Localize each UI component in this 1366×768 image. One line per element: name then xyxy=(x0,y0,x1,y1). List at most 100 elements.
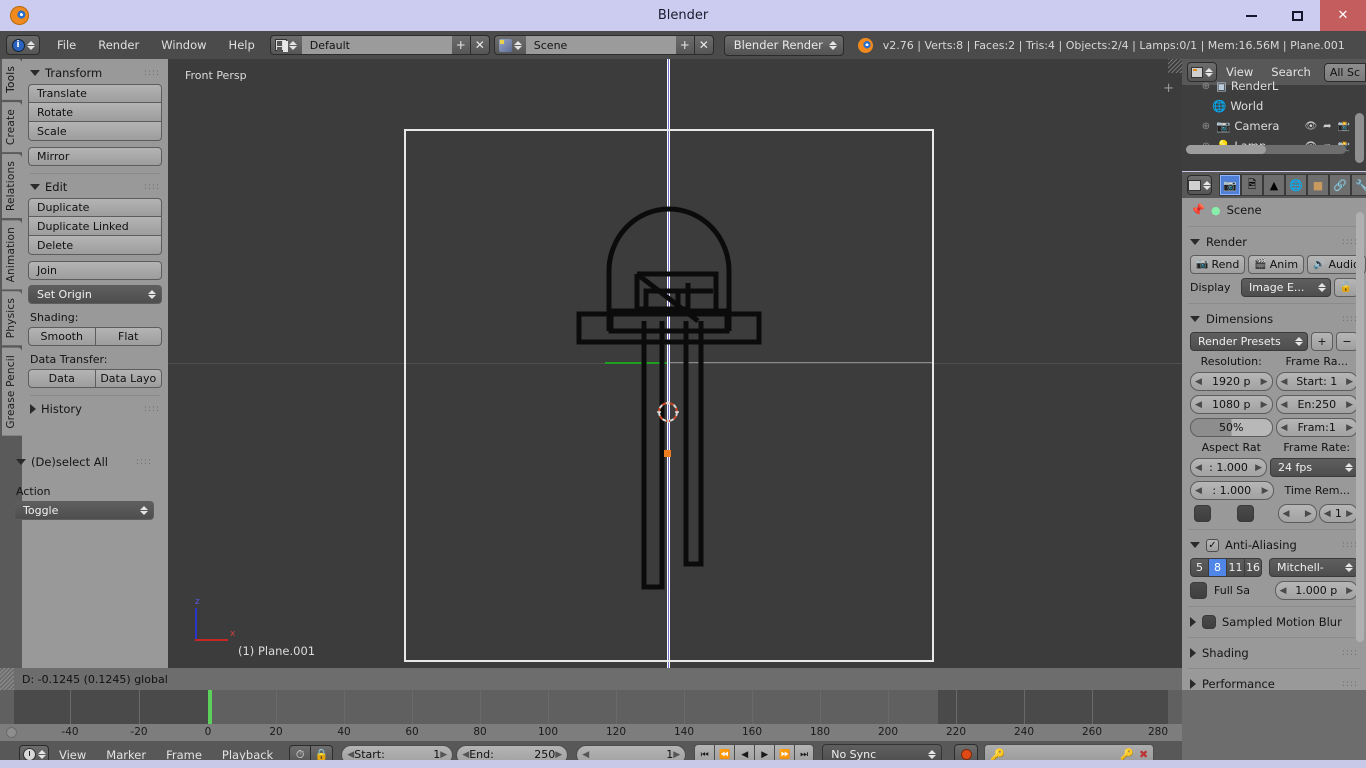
shade-flat-button[interactable]: Flat xyxy=(95,327,162,346)
chevron-left-icon[interactable]: ◀ xyxy=(1195,377,1202,387)
render-presets-dropdown[interactable]: Render Presets xyxy=(1190,332,1308,351)
chevron-left-icon[interactable]: ◀ xyxy=(1281,400,1288,410)
sidebar-item-grease-pencil[interactable]: Grease Pencil xyxy=(2,347,22,436)
tab-object[interactable]: ■ xyxy=(1307,174,1329,196)
scene-name[interactable]: Scene xyxy=(525,35,676,55)
preset-add-button[interactable]: + xyxy=(1311,332,1333,351)
frame-end-field[interactable]: ◀ En:250 ▶ xyxy=(1275,395,1358,414)
panel-header-transform[interactable]: Transform :::: xyxy=(28,63,162,84)
maximize-button[interactable] xyxy=(1274,0,1320,31)
display-mode-dropdown[interactable]: Image E... xyxy=(1241,278,1331,297)
chevron-left-icon[interactable]: ◀ xyxy=(1195,486,1202,496)
panel-header-sampled-motion-blur[interactable]: Sampled Motion Blur xyxy=(1182,611,1366,633)
resolution-y-field[interactable]: ◀ 1080 p ▶ xyxy=(1190,395,1273,414)
cursor-arrow-icon[interactable]: ➦ xyxy=(1323,121,1331,132)
chevron-left-icon[interactable]: ◀ xyxy=(1281,377,1288,387)
outliner-row-world[interactable]: 🌐 World xyxy=(1182,96,1366,116)
chevron-left-icon[interactable]: ◀ xyxy=(1280,586,1287,596)
eye-icon[interactable]: 👁 xyxy=(1304,121,1317,132)
translate-button[interactable]: Translate xyxy=(28,84,162,103)
chevron-right-icon[interactable]: ▶ xyxy=(1346,586,1353,596)
join-button[interactable]: Join xyxy=(28,261,162,280)
panel-header-deselect-all[interactable]: (De)select All :::: xyxy=(14,452,168,473)
chevron-right-icon[interactable]: ▶ xyxy=(1346,509,1353,519)
tab-render[interactable]: 📷 xyxy=(1219,174,1241,196)
chevron-left-icon[interactable]: ◀ xyxy=(1283,509,1290,519)
rotate-button[interactable]: Rotate xyxy=(28,103,162,122)
render-image-button[interactable]: 📷 Rend xyxy=(1190,255,1246,274)
aa-sample-16[interactable]: 16 xyxy=(1244,558,1262,577)
render-animation-button[interactable]: 🎬 Anim xyxy=(1248,255,1305,274)
chevron-left-icon[interactable]: ◀ xyxy=(462,750,469,760)
scene-delete-button[interactable]: ✕ xyxy=(694,35,714,55)
render-engine-selector[interactable]: Blender Render xyxy=(723,34,844,56)
set-origin-dropdown[interactable]: Set Origin xyxy=(28,285,162,304)
chevron-left-icon[interactable]: ◀ xyxy=(347,750,354,760)
frame-start-field[interactable]: ◀ Start: 1 ▶ xyxy=(1275,372,1358,391)
screen-layout-add-button[interactable]: + xyxy=(451,35,471,55)
menu-file[interactable]: File xyxy=(46,31,87,59)
action-dropdown[interactable]: Toggle xyxy=(14,501,154,520)
chevron-left-icon[interactable]: ◀ xyxy=(1195,463,1202,473)
screen-layout-delete-button[interactable]: ✕ xyxy=(470,35,490,55)
area-corner-handle[interactable] xyxy=(0,668,14,690)
minimize-button[interactable] xyxy=(1228,0,1274,31)
timeline-playhead[interactable] xyxy=(208,690,212,724)
tab-scene[interactable]: ▲ xyxy=(1263,174,1285,196)
tab-world[interactable]: 🌐 xyxy=(1285,174,1307,196)
sidebar-item-physics[interactable]: Physics xyxy=(2,291,22,346)
tab-render-layers[interactable]: 🖻 xyxy=(1241,174,1263,196)
scale-button[interactable]: Scale xyxy=(28,122,162,141)
chevron-right-icon[interactable]: ▶ xyxy=(555,750,562,760)
data-layout-transfer-button[interactable]: Data Layo xyxy=(95,369,162,388)
shade-smooth-button[interactable]: Smooth xyxy=(28,327,96,346)
panel-header-edit[interactable]: Edit :::: xyxy=(28,177,162,198)
outliner-row-renderlayer[interactable]: ⊕ ▣ RenderL xyxy=(1182,76,1366,96)
chevron-right-icon[interactable]: ▶ xyxy=(1262,486,1269,496)
crop-toggle[interactable] xyxy=(1237,505,1254,522)
aa-size-field[interactable]: ◀ 1.000 p ▶ xyxy=(1274,581,1358,600)
properties-editor-type-button[interactable] xyxy=(1187,175,1212,195)
chevron-left-icon[interactable]: ◀ xyxy=(1195,400,1202,410)
outliner-vertical-scrollbar[interactable] xyxy=(1355,113,1364,163)
aa-sample-11[interactable]: 11 xyxy=(1226,558,1244,577)
tab-modifiers[interactable]: 🔧 xyxy=(1351,174,1366,196)
outliner-row-camera[interactable]: ⊕ 📷 Camera 👁 ➦ 📸 xyxy=(1182,116,1366,136)
timeline-ruler[interactable]: -40 -20 0 20 40 60 80 100 120 140 160 18… xyxy=(0,724,1182,741)
resolution-percentage-slider[interactable]: 50% xyxy=(1190,418,1273,437)
panel-header-dimensions[interactable]: Dimensions :::: xyxy=(1182,308,1366,330)
screen-layout-browse-button[interactable] xyxy=(269,35,302,55)
duplicate-button[interactable]: Duplicate xyxy=(28,198,162,217)
chevron-left-icon[interactable]: ◀ xyxy=(1281,423,1288,433)
lock-interface-toggle[interactable]: 🔓 xyxy=(1334,278,1358,297)
area-corner-handle[interactable] xyxy=(1168,59,1182,73)
time-remap-new-field[interactable]: ◀ 1 ▶ xyxy=(1318,504,1358,523)
chevron-right-icon[interactable]: ▶ xyxy=(1305,509,1312,519)
border-toggle[interactable] xyxy=(1194,505,1211,522)
aa-sample-8[interactable]: 8 xyxy=(1208,558,1226,577)
aa-sample-5[interactable]: 5 xyxy=(1190,558,1208,577)
menu-render[interactable]: Render xyxy=(87,31,150,59)
chevron-left-icon[interactable]: ◀ xyxy=(1324,509,1331,519)
delete-button[interactable]: Delete xyxy=(28,236,162,255)
3d-viewport[interactable]: Front Persp + z x (1) Plane.001 xyxy=(168,59,1182,668)
chevron-right-icon[interactable]: ▶ xyxy=(1261,400,1268,410)
data-transfer-button[interactable]: Data xyxy=(28,369,96,388)
tab-constraints[interactable]: 🔗 xyxy=(1329,174,1351,196)
panel-header-render[interactable]: Render :::: xyxy=(1182,231,1366,253)
add-region-icon[interactable]: + xyxy=(1163,81,1174,96)
pin-icon[interactable]: 📌 xyxy=(1190,203,1205,217)
scene-browse-button[interactable] xyxy=(493,35,526,55)
chevron-right-icon[interactable]: ▶ xyxy=(1346,377,1353,387)
anti-aliasing-checkbox[interactable]: ✓ xyxy=(1206,538,1219,552)
aspect-x-field[interactable]: ◀: 1.000 ▶ xyxy=(1190,458,1267,477)
chevron-right-icon[interactable]: ▶ xyxy=(1261,377,1268,387)
chevron-right-icon[interactable]: ▶ xyxy=(673,750,680,760)
menu-window[interactable]: Window xyxy=(150,31,217,59)
scene-add-button[interactable]: + xyxy=(675,35,695,55)
frame-rate-dropdown[interactable]: 24 fps xyxy=(1270,458,1358,477)
chevron-right-icon[interactable]: ▶ xyxy=(1346,400,1353,410)
sidebar-item-tools[interactable]: Tools xyxy=(2,59,22,100)
mirror-button[interactable]: Mirror xyxy=(28,147,162,166)
time-remap-old-field[interactable]: ◀ ▶ xyxy=(1277,504,1317,523)
